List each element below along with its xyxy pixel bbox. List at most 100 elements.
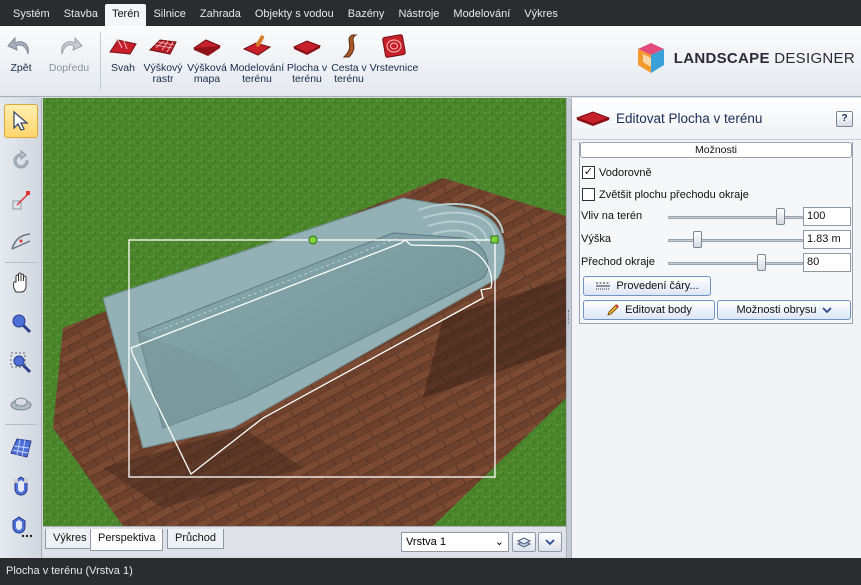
chevron-down-icon — [545, 539, 555, 546]
menu-tools[interactable]: Nástroje — [391, 4, 446, 26]
terrain-modeling-button[interactable]: Modelování terénu — [229, 26, 285, 96]
orbit-tool[interactable] — [4, 386, 38, 420]
height-slider[interactable] — [668, 239, 803, 242]
3d-viewport[interactable] — [43, 98, 566, 526]
app-logo: LANDSCAPE DESIGNER — [632, 41, 855, 75]
height-map-icon — [192, 33, 222, 59]
status-bar: Plocha v terénu (Vrstva 1) — [0, 558, 861, 585]
left-toolbar — [0, 98, 42, 558]
hand-icon — [12, 272, 27, 293]
enlarge-checkbox-row[interactable]: Zvětšit plochu přechodu okraje — [582, 188, 749, 201]
layer-menu-button[interactable] — [538, 532, 562, 552]
horizontal-checkbox-row[interactable]: ✓ Vodorovně — [582, 166, 652, 179]
layer-select[interactable]: Vrstva 1 ⌄ — [401, 532, 509, 552]
zoom-tool[interactable] — [4, 306, 38, 340]
height-row: Výška 1.83 m — [581, 230, 851, 250]
menu-terrain[interactable]: Terén — [104, 4, 147, 26]
height-label: Výška — [581, 233, 611, 245]
height-grid-icon — [148, 33, 178, 59]
toolbar-separator — [5, 424, 37, 425]
tab-drawing[interactable]: Výkres — [45, 529, 95, 549]
tab-walkthrough[interactable]: Průchod — [167, 529, 224, 549]
contours-button[interactable]: Vrstevnice — [369, 26, 419, 96]
grid-icon — [10, 438, 32, 458]
terrain-surface-icon — [292, 33, 322, 59]
menu-roads[interactable]: Silnice — [146, 4, 192, 26]
terrain-modeling-label-2: terénu — [242, 73, 272, 85]
terrain-influence-thumb[interactable] — [776, 208, 786, 225]
horizontal-checkbox[interactable]: ✓ — [582, 166, 595, 179]
terrain-path-button[interactable]: Cesta v terénu — [329, 26, 369, 96]
scene-render — [43, 98, 566, 526]
snap-tool[interactable] — [4, 470, 38, 504]
slope-button[interactable]: Svah — [105, 26, 141, 96]
line-style-button[interactable]: Provedení čáry... — [583, 276, 711, 296]
height-map-button[interactable]: Výšková mapa — [185, 26, 229, 96]
chevron-down-icon: ⌄ — [494, 536, 504, 548]
logo-word-1: LANDSCAPE — [673, 49, 770, 67]
edit-points-label: Editovat body — [625, 304, 692, 316]
menu-garden[interactable]: Zahrada — [193, 4, 248, 26]
edge-transition-input[interactable]: 80 — [803, 253, 851, 272]
terrain-influence-label: Vliv na terén — [581, 210, 643, 222]
terrain-surface-label-2: terénu — [292, 73, 322, 85]
scale-tool[interactable] — [4, 184, 38, 218]
undo-icon — [6, 33, 36, 59]
edge-transition-thumb[interactable] — [757, 254, 767, 271]
outline-options-label: Možnosti obrysu — [736, 304, 817, 316]
menu-modeling[interactable]: Modelování — [446, 4, 517, 26]
orbit-icon — [10, 397, 32, 411]
grid-tool[interactable] — [4, 430, 38, 464]
height-grid-button[interactable]: Výškový rastr — [141, 26, 185, 96]
rotate-tool[interactable] — [4, 144, 38, 178]
layers-button[interactable] — [512, 532, 536, 552]
layer-select-value: Vrstva 1 — [406, 536, 446, 548]
menu-system[interactable]: Systém — [6, 4, 57, 26]
scale-icon — [12, 191, 30, 210]
ribbon: Zpět Dopředu Svah Výškový rastr Výšková … — [0, 26, 861, 97]
options-header[interactable]: Možnosti — [580, 142, 852, 158]
undo-button[interactable]: Zpět — [0, 26, 42, 96]
line-style-label: Provedení čáry... — [616, 280, 699, 292]
magnet-settings-icon — [12, 516, 33, 538]
edge-transition-slider[interactable] — [668, 262, 803, 265]
menu-drawing[interactable]: Výkres — [517, 4, 565, 26]
layers-icon — [516, 537, 532, 548]
panel-header: Editovat Plocha v terénu — [572, 98, 861, 140]
splitter-grip — [568, 310, 570, 324]
zoom-window-tool[interactable] — [4, 346, 38, 380]
zoom-icon — [12, 314, 32, 334]
toolbar-separator — [5, 262, 37, 263]
height-map-label-2: mapa — [193, 73, 221, 85]
edge-transition-label: Přechod okraje — [581, 256, 655, 268]
menu-water-objects[interactable]: Objekty s vodou — [248, 4, 341, 26]
redo-button[interactable]: Dopředu — [42, 26, 96, 96]
terrain-influence-row: Vliv na terén 100 — [581, 207, 851, 227]
enlarge-checkbox[interactable] — [582, 188, 595, 201]
slope-icon — [108, 33, 138, 59]
line-style-icon — [596, 282, 611, 290]
tab-perspective[interactable]: Perspektiva — [90, 529, 164, 551]
terrain-path-icon — [334, 33, 364, 59]
menu-building[interactable]: Stavba — [57, 4, 105, 26]
select-tool[interactable] — [4, 104, 38, 138]
enlarge-checkbox-label: Zvětšit plochu přechodu okraje — [599, 188, 749, 201]
menu-pools[interactable]: Bazény — [341, 4, 392, 26]
logo-word-2: DESIGNER — [774, 49, 855, 67]
measure-tool[interactable] — [4, 224, 38, 258]
terrain-influence-input[interactable]: 100 — [803, 207, 851, 226]
terrain-surface-button[interactable]: Plocha v terénu — [285, 26, 329, 96]
chevron-down-icon — [821, 307, 832, 314]
logo-text: LANDSCAPE DESIGNER — [674, 50, 855, 67]
edit-points-button[interactable]: Editovat body — [583, 300, 715, 320]
height-input[interactable]: 1.83 m — [803, 230, 851, 249]
menu-bar: Systém Stavba Terén Silnice Zahrada Obje… — [0, 0, 861, 26]
terrain-surface-icon — [576, 110, 610, 126]
outline-options-button[interactable]: Možnosti obrysu — [717, 300, 851, 320]
snap-settings-tool[interactable] — [4, 510, 38, 544]
panel-title: Editovat Plocha v terénu — [616, 111, 763, 126]
help-button[interactable]: ? — [836, 111, 853, 127]
pan-tool[interactable] — [4, 266, 38, 300]
height-thumb[interactable] — [693, 231, 703, 248]
ribbon-separator — [100, 32, 101, 90]
